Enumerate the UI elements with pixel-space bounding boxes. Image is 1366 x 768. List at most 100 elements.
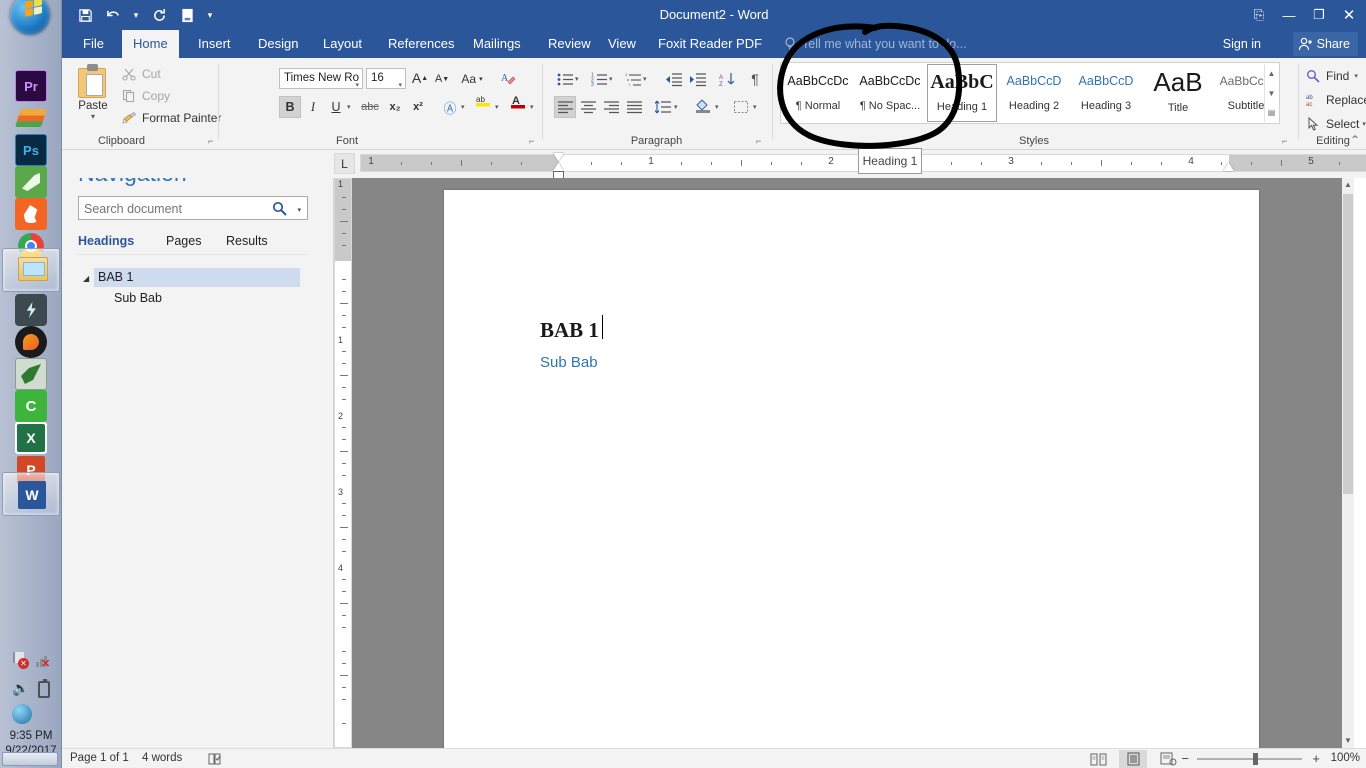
tab-file[interactable]: File	[72, 30, 115, 58]
minimize-button[interactable]: —	[1274, 2, 1304, 28]
tab-references[interactable]: References	[377, 30, 465, 58]
format-painter-button[interactable]: Format Painter	[120, 108, 221, 128]
tab-home[interactable]: Home	[122, 30, 179, 58]
borders-dropdown-icon[interactable]: ▾	[753, 103, 757, 111]
cut-button[interactable]: Cut	[120, 64, 161, 84]
justify-button[interactable]	[623, 96, 645, 118]
shading-dropdown-icon[interactable]: ▾	[715, 103, 719, 111]
select-button[interactable]: Select ▾	[1304, 114, 1366, 134]
style-item-heading-1[interactable]: AaBbC Heading 1	[927, 64, 997, 122]
change-case-button[interactable]: Aa ▾	[457, 68, 487, 90]
styles-dialog-launcher[interactable]: ⌐	[1282, 136, 1292, 146]
taskbar-item-fl-studio[interactable]	[15, 326, 47, 358]
styles-more-icon[interactable]: ▤	[1265, 103, 1278, 122]
zoom-level-label[interactable]: 100%	[1331, 752, 1360, 764]
taskbar-item-matlab[interactable]	[15, 358, 47, 390]
replace-button[interactable]: ab ac Replace	[1304, 90, 1366, 110]
search-input[interactable]	[84, 199, 264, 218]
style-item-heading-3[interactable]: AaBbCcD Heading 3	[1071, 64, 1141, 122]
shrink-font-button[interactable]: A ▼	[431, 68, 453, 90]
multilevel-list-button[interactable]: 1ai	[622, 68, 644, 90]
start-button[interactable]	[6, 0, 54, 35]
tab-pages[interactable]: Pages	[166, 234, 201, 248]
navigation-search-box[interactable]: ▾	[78, 196, 308, 220]
italic-button[interactable]: I	[302, 96, 324, 118]
scroll-up-icon[interactable]: ▲	[1342, 178, 1354, 192]
numbering-dropdown-icon[interactable]: ▾	[609, 75, 613, 83]
print-layout-button[interactable]	[1119, 750, 1147, 768]
share-button[interactable]: Share	[1292, 32, 1358, 56]
increase-indent-button[interactable]	[686, 68, 708, 90]
search-dropdown-icon[interactable]: ▾	[297, 206, 301, 214]
document-heading-2[interactable]: Sub Bab	[540, 354, 598, 371]
text-effects-dropdown-icon[interactable]: ▾	[461, 103, 465, 111]
show-desktop-button[interactable]	[2, 752, 58, 766]
word-count-label[interactable]: 4 words	[142, 752, 182, 764]
hanging-indent-marker[interactable]	[553, 162, 564, 171]
read-mode-button[interactable]	[1084, 750, 1112, 768]
search-icon[interactable]	[272, 201, 287, 216]
strikethrough-button[interactable]: abc	[359, 96, 381, 118]
style-item-title[interactable]: AaB Title	[1143, 64, 1213, 122]
bullets-button[interactable]	[554, 68, 576, 90]
taskbar-item-excel[interactable]: X	[15, 422, 47, 454]
zoom-out-button[interactable]: −	[1181, 751, 1189, 766]
taskbar-item-c-app[interactable]: C	[15, 390, 47, 422]
find-button[interactable]: Find ▾	[1304, 66, 1358, 86]
antivirus-icon[interactable]	[12, 704, 32, 724]
align-left-button[interactable]	[554, 96, 576, 118]
clipboard-dialog-launcher[interactable]: ⌐	[208, 136, 218, 146]
font-color-button[interactable]: A	[507, 92, 529, 114]
styles-scroll-down-icon[interactable]: ▼	[1265, 84, 1278, 103]
tab-headings[interactable]: Headings	[78, 234, 134, 248]
zoom-slider-thumb[interactable]	[1253, 753, 1258, 765]
sign-in-link[interactable]: Sign in	[1223, 30, 1261, 58]
tab-foxit-reader-pdf[interactable]: Foxit Reader PDF	[647, 30, 773, 58]
network-error-icon[interactable]: ✕	[12, 652, 32, 670]
tab-stop-selector[interactable]: L	[334, 153, 355, 174]
zoom-slider[interactable]	[1197, 758, 1302, 760]
tab-insert[interactable]: Insert	[187, 30, 242, 58]
right-indent-marker[interactable]	[1223, 162, 1234, 171]
document-page[interactable]: BAB 1 Sub Bab	[444, 190, 1259, 750]
document-vertical-scrollbar[interactable]: ▲ ▼	[1342, 178, 1354, 748]
paste-dropdown-icon[interactable]: ▾	[70, 112, 116, 121]
page-count-label[interactable]: Page 1 of 1	[70, 752, 129, 764]
vertical-ruler[interactable]: 1 1 2 3 4	[334, 178, 352, 748]
align-right-button[interactable]	[600, 96, 622, 118]
superscript-button[interactable]: x²	[407, 96, 429, 118]
underline-button[interactable]: U	[325, 96, 347, 118]
multilevel-dropdown-icon[interactable]: ▾	[643, 75, 647, 83]
expand-collapse-icon[interactable]: ◢	[83, 274, 89, 283]
signal-error-icon[interactable]: ✕	[36, 652, 56, 670]
taskbar-item-leaf-app[interactable]	[15, 166, 47, 198]
line-spacing-dropdown-icon[interactable]: ▾	[674, 103, 678, 111]
taskbar-item-utility-app[interactable]	[15, 294, 47, 326]
style-item-no-spacing[interactable]: AaBbCcDc ¶ No Spac...	[855, 64, 925, 122]
taskbar-item-uc-browser[interactable]	[15, 198, 47, 230]
styles-scroll-up-icon[interactable]: ▲	[1265, 64, 1278, 83]
grow-font-button[interactable]: A ▲	[409, 67, 431, 89]
nav-heading-sub-bab[interactable]: Sub Bab	[110, 289, 300, 308]
tab-review[interactable]: Review	[537, 30, 602, 58]
find-dropdown-icon[interactable]: ▾	[1354, 72, 1358, 80]
font-dialog-launcher[interactable]: ⌐	[529, 136, 539, 146]
battery-icon[interactable]	[38, 679, 50, 698]
text-highlight-button[interactable]: ab	[472, 92, 494, 114]
close-button[interactable]: ✕	[1334, 2, 1364, 28]
sort-button[interactable]: AZ	[716, 68, 738, 90]
clear-formatting-button[interactable]: A	[497, 68, 519, 90]
taskbar-item-file-explorer[interactable]	[2, 248, 60, 292]
first-line-indent-marker[interactable]	[553, 153, 564, 162]
bullets-dropdown-icon[interactable]: ▾	[575, 75, 579, 83]
volume-icon[interactable]: 🔊	[12, 680, 32, 698]
style-item-heading-2[interactable]: AaBbCcD Heading 2	[999, 64, 1069, 122]
decrease-indent-button[interactable]	[662, 68, 684, 90]
underline-dropdown-icon[interactable]: ▾	[347, 103, 351, 111]
web-layout-button[interactable]	[1154, 750, 1182, 768]
taskbar-item-photoshop[interactable]: Ps	[15, 134, 47, 166]
font-size-combo[interactable]: 16 ▾	[366, 68, 406, 89]
scrollbar-thumb[interactable]	[1343, 194, 1353, 494]
zoom-in-button[interactable]: +	[1312, 751, 1320, 766]
taskbar-item-sublime-text[interactable]	[15, 102, 47, 134]
